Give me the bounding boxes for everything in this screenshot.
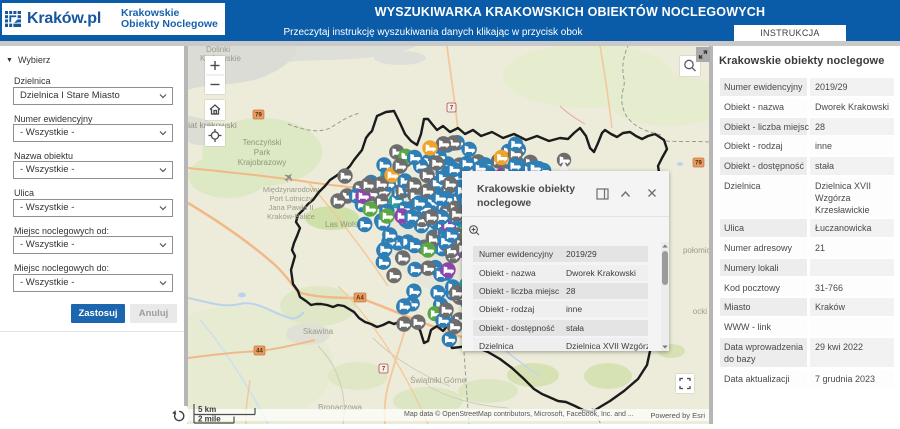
svg-text:A4: A4 xyxy=(356,296,364,302)
svg-text:79: 79 xyxy=(255,113,262,119)
svg-text:Kraków-Balice: Kraków-Balice xyxy=(267,212,315,221)
svg-text:Tenczyński: Tenczyński xyxy=(242,138,281,147)
svg-text:połomice: połomice xyxy=(683,246,709,255)
svg-text:Skawina: Skawina xyxy=(303,327,334,336)
svg-text:Park: Park xyxy=(254,148,271,157)
svg-text:Krajobrazowy: Krajobrazowy xyxy=(238,158,286,167)
svg-text:Jana Pawła II: Jana Pawła II xyxy=(268,203,313,212)
svg-text:ocki: ocki xyxy=(693,307,707,316)
svg-text:Port Lotniczy: Port Lotniczy xyxy=(269,194,313,203)
svg-text:2 mile: 2 mile xyxy=(198,415,221,424)
svg-text:79: 79 xyxy=(695,161,702,167)
svg-text:Międzynarodowy: Międzynarodowy xyxy=(263,185,320,194)
svg-text:Dolinki: Dolinki xyxy=(206,46,230,54)
svg-text:44: 44 xyxy=(256,349,263,355)
svg-text:Świątniki Górne: Świątniki Górne xyxy=(410,376,467,385)
svg-text:5 km: 5 km xyxy=(198,405,216,414)
